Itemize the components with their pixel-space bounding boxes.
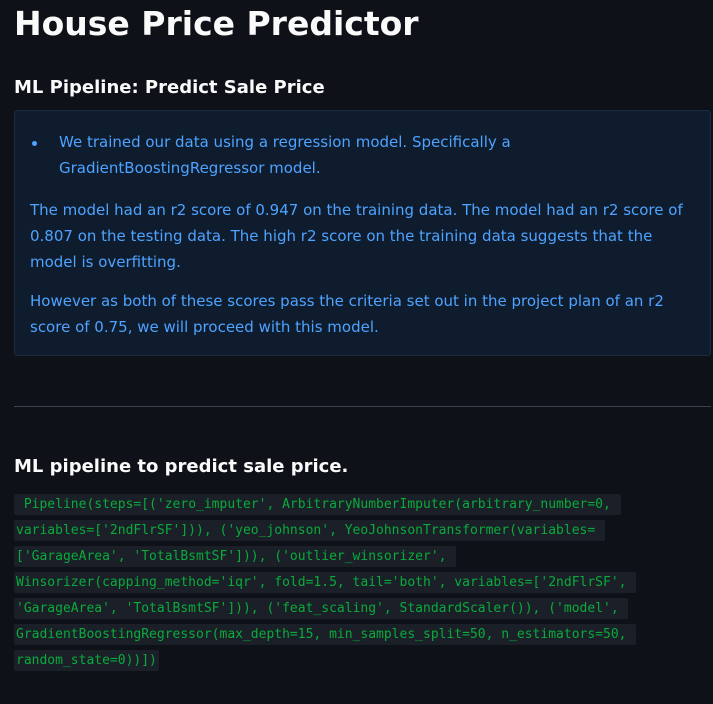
info-paragraph-scores: The model had an r2 score of 0.947 on th… (30, 201, 683, 271)
pipeline-code-block: Pipeline(steps=[('zero_imputer', Arbitra… (14, 492, 690, 674)
info-paragraph-criteria: However as both of these scores pass the… (30, 292, 664, 336)
page-title: House Price Predictor (14, 4, 419, 43)
bullet-dot-icon (32, 141, 37, 146)
info-bullet-text: We trained our data using a regression m… (59, 133, 511, 177)
horizontal-divider (14, 406, 711, 407)
page-subtitle: ML Pipeline: Predict Sale Price (14, 77, 325, 98)
pipeline-heading: ML pipeline to predict sale price. (14, 456, 349, 477)
pipeline-code[interactable]: Pipeline(steps=[('zero_imputer', Arbitra… (14, 494, 637, 671)
